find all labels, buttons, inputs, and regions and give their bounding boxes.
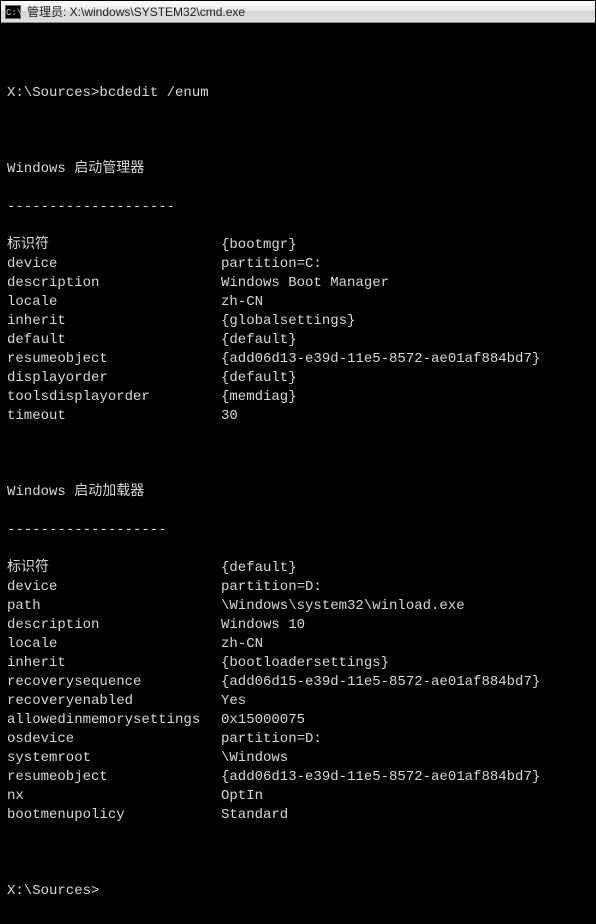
config-value: \Windows: [221, 749, 589, 768]
config-row: path\Windows\system32\winload.exe: [7, 597, 589, 616]
config-value: 30: [221, 407, 589, 426]
config-row: devicepartition=C:: [7, 255, 589, 274]
config-row: bootmenupolicyStandard: [7, 806, 589, 825]
config-key: locale: [7, 293, 221, 312]
config-key: default: [7, 331, 221, 350]
config-row: toolsdisplayorder{memdiag}: [7, 388, 589, 407]
config-key: systemroot: [7, 749, 221, 768]
config-row: displayorder{default}: [7, 369, 589, 388]
config-row: descriptionWindows 10: [7, 616, 589, 635]
config-value: {add06d15-e39d-11e5-8572-ae01af884bd7}: [221, 673, 589, 692]
config-value: Windows 10: [221, 616, 589, 635]
config-value: {bootloadersettings}: [221, 654, 589, 673]
config-value: {memdiag}: [221, 388, 589, 407]
config-key: device: [7, 578, 221, 597]
cmd-icon: C:\: [5, 5, 21, 19]
config-value: OptIn: [221, 787, 589, 806]
config-row: recoverysequence{add06d15-e39d-11e5-8572…: [7, 673, 589, 692]
config-value: zh-CN: [221, 635, 589, 654]
config-key: resumeobject: [7, 768, 221, 787]
config-value: {globalsettings}: [221, 312, 589, 331]
config-key: device: [7, 255, 221, 274]
typed-command: bcdedit /enum: [99, 84, 208, 103]
config-value: zh-CN: [221, 293, 589, 312]
config-value: partition=C:: [221, 255, 589, 274]
config-row: descriptionWindows Boot Manager: [7, 274, 589, 293]
titlebar[interactable]: C:\ 管理员: X:\windows\SYSTEM32\cmd.exe: [1, 1, 595, 23]
config-key: 标识符: [7, 236, 221, 255]
section-boot-loader-title: Windows 启动加载器: [7, 483, 589, 502]
section-divider: -------------------: [7, 521, 589, 540]
config-key: nx: [7, 787, 221, 806]
config-key: bootmenupolicy: [7, 806, 221, 825]
config-key: inherit: [7, 312, 221, 331]
config-value: \Windows\system32\winload.exe: [221, 597, 589, 616]
prompt-line[interactable]: X:\Sources>: [7, 882, 589, 901]
config-row: allowedinmemorysettings0x15000075: [7, 711, 589, 730]
config-row: resumeobject{add06d13-e39d-11e5-8572-ae0…: [7, 768, 589, 787]
config-row: inherit{bootloadersettings}: [7, 654, 589, 673]
config-key: allowedinmemorysettings: [7, 711, 221, 730]
config-value: {default}: [221, 559, 589, 578]
config-row: localezh-CN: [7, 293, 589, 312]
config-row: inherit{globalsettings}: [7, 312, 589, 331]
config-value: Yes: [221, 692, 589, 711]
config-value: {add06d13-e39d-11e5-8572-ae01af884bd7}: [221, 350, 589, 369]
config-value: Standard: [221, 806, 589, 825]
config-key: locale: [7, 635, 221, 654]
command-line: X:\Sources>bcdedit /enum: [7, 84, 589, 103]
terminal-output: X:\Sources>bcdedit /enum Windows 启动管理器 -…: [1, 23, 595, 924]
section-boot-manager-title: Windows 启动管理器: [7, 160, 589, 179]
prompt-path: X:\Sources>: [7, 882, 99, 901]
config-key: recoverysequence: [7, 673, 221, 692]
cursor: [100, 884, 108, 900]
config-key: toolsdisplayorder: [7, 388, 221, 407]
config-row: devicepartition=D:: [7, 578, 589, 597]
section-divider: --------------------: [7, 198, 589, 217]
config-key: displayorder: [7, 369, 221, 388]
config-row: localezh-CN: [7, 635, 589, 654]
config-value: {default}: [221, 331, 589, 350]
config-key: description: [7, 616, 221, 635]
config-key: resumeobject: [7, 350, 221, 369]
config-key: recoveryenabled: [7, 692, 221, 711]
config-value: Windows Boot Manager: [221, 274, 589, 293]
config-key: timeout: [7, 407, 221, 426]
config-row: osdevicepartition=D:: [7, 730, 589, 749]
config-key: path: [7, 597, 221, 616]
config-row: resumeobject{add06d13-e39d-11e5-8572-ae0…: [7, 350, 589, 369]
config-key: description: [7, 274, 221, 293]
config-row: recoveryenabledYes: [7, 692, 589, 711]
config-row: timeout30: [7, 407, 589, 426]
config-value: partition=D:: [221, 730, 589, 749]
config-row: 标识符{default}: [7, 559, 589, 578]
window-title: 管理员: X:\windows\SYSTEM32\cmd.exe: [27, 3, 245, 20]
prompt-path: X:\Sources>: [7, 84, 99, 103]
config-key: inherit: [7, 654, 221, 673]
config-row: default{default}: [7, 331, 589, 350]
config-value: {default}: [221, 369, 589, 388]
config-row: 标识符{bootmgr}: [7, 236, 589, 255]
config-key: osdevice: [7, 730, 221, 749]
config-row: nxOptIn: [7, 787, 589, 806]
config-key: 标识符: [7, 559, 221, 578]
config-row: systemroot\Windows: [7, 749, 589, 768]
config-value: 0x15000075: [221, 711, 589, 730]
config-value: partition=D:: [221, 578, 589, 597]
config-value: {bootmgr}: [221, 236, 589, 255]
config-value: {add06d13-e39d-11e5-8572-ae01af884bd7}: [221, 768, 589, 787]
